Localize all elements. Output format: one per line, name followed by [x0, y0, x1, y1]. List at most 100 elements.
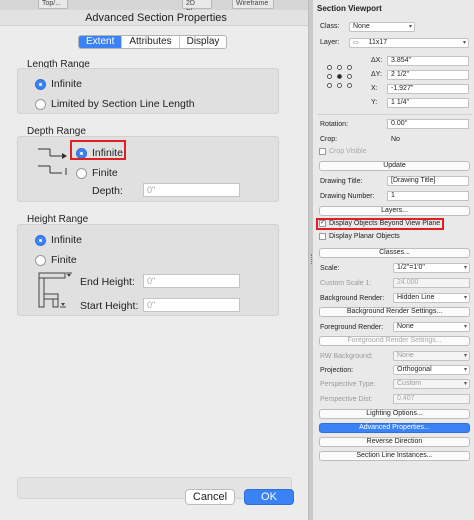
- start-height-field[interactable]: 0": [143, 298, 240, 312]
- radio-selected-icon[interactable]: [35, 78, 46, 90]
- reference-point-selector[interactable]: [327, 65, 361, 88]
- perspective-dist-label: Perspective Dist:: [320, 396, 373, 403]
- tab-extent[interactable]: Extent: [79, 36, 122, 48]
- projection-label: Projection:: [320, 367, 354, 374]
- class-value: None: [353, 23, 370, 30]
- classes-button[interactable]: Classes...: [319, 248, 470, 258]
- length-limited-option[interactable]: Limited by Section Line Length: [35, 98, 195, 110]
- length-range-group: Infinite Limited by Section Line Length: [17, 68, 279, 114]
- delta-y-label: ΔY:: [371, 71, 382, 78]
- crop-visible-checkbox[interactable]: Crop Visible: [319, 148, 367, 155]
- drawing-title-label: Drawing Title:: [320, 178, 363, 185]
- chevron-down-icon: ▾: [463, 353, 467, 359]
- layer-label: Layer:: [320, 39, 340, 46]
- chevron-down-icon: ▾: [408, 24, 412, 30]
- radio-selected-icon[interactable]: [35, 234, 46, 246]
- drawing-number-field[interactable]: 1: [387, 191, 469, 201]
- x-field[interactable]: -1.927": [387, 84, 469, 94]
- crop-value: No: [391, 136, 400, 143]
- height-infinite-option[interactable]: Infinite: [35, 234, 82, 246]
- checkbox-icon[interactable]: [319, 148, 326, 155]
- section-line-instances-button[interactable]: Section Line Instances...: [319, 451, 470, 461]
- projection-dropdown[interactable]: Orthogonal ▾: [393, 365, 470, 375]
- depth-range-group: Infinite Finite Depth: 0": [17, 136, 279, 202]
- foreground-render-settings-button[interactable]: Foreground Render Settings...: [319, 336, 470, 346]
- height-finite-option[interactable]: Finite: [35, 254, 77, 266]
- class-label: Class:: [320, 23, 340, 30]
- height-range-diagram-icon: [38, 272, 72, 308]
- layer-value: 11x17: [368, 39, 388, 46]
- foreground-render-dropdown[interactable]: None ▾: [393, 322, 470, 332]
- view-dropdown[interactable]: Top/...: [38, 0, 68, 9]
- scale-value: 1/2"=1'0": [397, 264, 425, 271]
- height-range-group: Infinite Finite End Height: 0" Start Hei…: [17, 224, 279, 316]
- perspective-dist-field[interactable]: 0.407: [393, 394, 470, 404]
- delta-x-field[interactable]: 3.854": [387, 56, 469, 66]
- depth-label: Depth:: [92, 185, 123, 197]
- chevron-down-icon: ▾: [462, 40, 466, 46]
- ok-button[interactable]: OK: [244, 489, 294, 505]
- advanced-section-properties-dialog: Extent Attributes Display Length Range I…: [0, 26, 308, 520]
- checkbox-label: Display Planar Objects: [329, 233, 400, 240]
- rw-background-dropdown[interactable]: None ▾: [393, 351, 470, 361]
- reverse-direction-button[interactable]: Reverse Direction: [319, 437, 470, 447]
- display-beyond-highlight: [316, 218, 444, 230]
- delta-y-field[interactable]: 2 1/2": [387, 70, 469, 80]
- divider: [317, 114, 472, 115]
- end-height-label: End Height:: [80, 276, 135, 288]
- advanced-properties-button[interactable]: Advanced Properties...: [319, 423, 470, 433]
- y-label: Y:: [371, 99, 378, 106]
- class-dropdown[interactable]: None ▾: [349, 22, 415, 32]
- background-render-label: Background Render:: [320, 295, 385, 302]
- chevron-down-icon: ▾: [463, 381, 467, 387]
- background-render-settings-button[interactable]: Background Render Settings...: [319, 307, 470, 317]
- tab-display[interactable]: Display: [178, 36, 227, 48]
- radio-unselected-icon[interactable]: [35, 98, 46, 110]
- start-height-label: Start Height:: [80, 300, 139, 312]
- chevron-down-icon: ▾: [463, 324, 467, 330]
- background-render-dropdown[interactable]: Hidden Line ▾: [393, 293, 470, 303]
- radio-unselected-icon[interactable]: [76, 167, 87, 179]
- rotation-field[interactable]: 0.00°: [387, 119, 469, 129]
- y-field[interactable]: 1 1/4": [387, 98, 469, 108]
- perspective-type-dropdown[interactable]: Custom ▾: [393, 379, 470, 389]
- option-label: Infinite: [51, 234, 82, 246]
- layers-button[interactable]: Layers...: [319, 206, 470, 216]
- option-label: Finite: [51, 254, 77, 266]
- toolbar-strip: Top/... 2D Pl... Wireframe: [0, 0, 312, 10]
- checkbox-icon[interactable]: [319, 233, 326, 240]
- layer-dropdown[interactable]: ▭ 11x17 ▾: [349, 38, 469, 48]
- custom-scale-field[interactable]: 24.000: [393, 278, 470, 288]
- cancel-button[interactable]: Cancel: [185, 489, 235, 505]
- scale-label: Scale:: [320, 265, 340, 272]
- render-dropdown[interactable]: 2D Pl...: [182, 0, 212, 10]
- x-label: X:: [371, 85, 378, 92]
- depth-range-diagram-icon: [38, 148, 67, 175]
- rotation-label: Rotation:: [320, 121, 349, 128]
- depth-field[interactable]: 0": [143, 183, 240, 197]
- length-infinite-option[interactable]: Infinite: [35, 78, 82, 90]
- perspective-type-label: Perspective Type:: [320, 381, 376, 388]
- chevron-down-icon: ▾: [463, 265, 467, 271]
- tab-attributes[interactable]: Attributes: [121, 36, 178, 48]
- perspective-type-value: Custom: [397, 380, 422, 387]
- crop-label: Crop:: [320, 136, 338, 143]
- foreground-render-value: None: [397, 323, 414, 330]
- chevron-down-icon: ▾: [463, 367, 467, 373]
- layer-icon: ▭: [353, 40, 359, 46]
- display-planar-objects-checkbox[interactable]: Display Planar Objects: [319, 233, 400, 240]
- update-button[interactable]: Update: [319, 161, 470, 171]
- drawing-title-field[interactable]: [Drawing Title]: [387, 176, 469, 186]
- option-label: Limited by Section Line Length: [51, 98, 195, 110]
- custom-scale-label: Custom Scale 1:: [320, 280, 372, 287]
- infinite-depth-highlight: [70, 140, 126, 160]
- depth-finite-option[interactable]: Finite: [76, 167, 118, 179]
- end-height-field[interactable]: 0": [143, 274, 240, 288]
- radio-unselected-icon[interactable]: [35, 254, 46, 266]
- scale-dropdown[interactable]: 1/2"=1'0" ▾: [393, 263, 470, 273]
- lighting-options-button[interactable]: Lighting Options...: [319, 409, 470, 419]
- projection-value: Orthogonal: [397, 366, 432, 373]
- background-render-value: Hidden Line: [397, 294, 435, 301]
- wireframe-dropdown[interactable]: Wireframe: [232, 0, 274, 9]
- checkbox-label: Crop Visible: [329, 148, 367, 155]
